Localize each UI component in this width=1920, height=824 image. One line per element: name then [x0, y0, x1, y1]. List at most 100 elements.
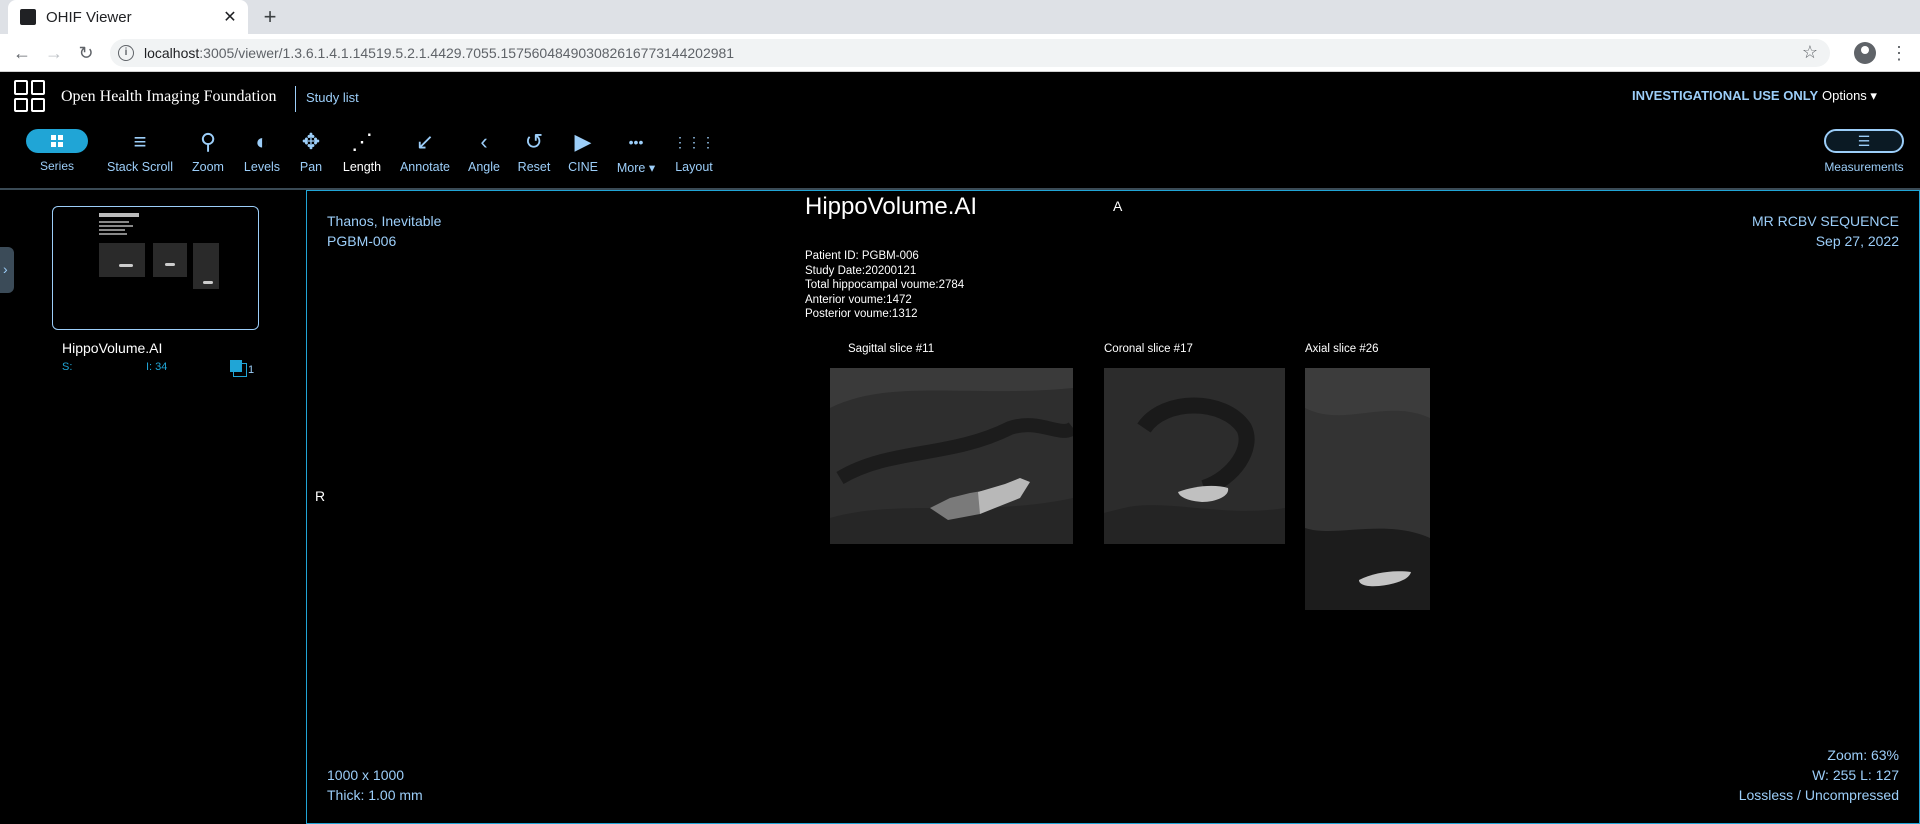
slice-thickness: Thick: 1.00 mm [327, 787, 423, 803]
back-icon[interactable]: ← [10, 41, 34, 65]
url-field[interactable]: i localhost:3005/viewer/1.3.6.1.4.1.1451… [110, 39, 1830, 67]
report-line: Total hippocampal voume:2784 [805, 279, 965, 291]
stack-scroll-icon: ≡ [133, 129, 147, 154]
series-image-count: I: 34 [146, 361, 168, 373]
overlay-bottom-left: 1000 x 1000 Thick: 1.00 mm [327, 765, 423, 805]
close-icon[interactable]: ✕ [218, 7, 242, 27]
tool-length[interactable]: ⋰ Length [340, 129, 384, 175]
zoom-level: Zoom: 63% [1827, 747, 1899, 763]
investigational-notice: INVESTIGATIONAL USE ONLY [1632, 88, 1819, 103]
sagittal-slice-image [830, 368, 1073, 544]
tool-label: Layout [675, 160, 713, 174]
list-icon: ☰ [1857, 132, 1871, 149]
cine-icon: ▶ [574, 129, 592, 154]
tool-cine[interactable]: ▶ CINE [566, 129, 600, 175]
compression: Lossless / Uncompressed [1738, 787, 1899, 803]
tool-pan[interactable]: ✥ Pan [296, 129, 326, 175]
tool-reset[interactable]: ↺ Reset [516, 129, 552, 175]
browser-menu-icon[interactable]: ⋮ [1890, 41, 1908, 65]
forward-icon[interactable]: → [42, 41, 66, 65]
overlay-top-left: Thanos, Inevitable PGBM-006 [327, 211, 441, 251]
info-icon[interactable]: i [118, 45, 134, 61]
overlay-bottom-right: Zoom: 63% W: 255 L: 127 Lossless / Uncom… [1739, 745, 1899, 805]
image-viewport[interactable]: Thanos, Inevitable PGBM-006 MR RCBV SEQU… [306, 190, 1920, 824]
grid-icon [51, 135, 63, 147]
header-divider [295, 86, 296, 112]
study-date: Sep 27, 2022 [1815, 233, 1899, 249]
profile-icon[interactable] [1854, 42, 1876, 64]
stack-icon [230, 360, 247, 377]
report-line: Patient ID: PGBM-006 [805, 250, 919, 262]
tool-label: CINE [568, 160, 598, 174]
tool-label: Reset [517, 160, 551, 174]
brand-title[interactable]: Open Health Imaging Foundation [61, 88, 277, 106]
reload-icon[interactable]: ↻ [74, 41, 98, 65]
series-label: Series [39, 159, 74, 173]
layout-icon: ⋮⋮⋮ [673, 134, 715, 150]
tool-label: Pan [299, 160, 323, 174]
series-thumbnail[interactable] [52, 206, 259, 330]
orientation-left: R [315, 488, 326, 504]
tool-label: Zoom [192, 160, 224, 174]
zoom-icon: ⚲ [199, 129, 217, 154]
options-menu[interactable]: Options ▾ [1822, 88, 1877, 104]
report-title: HippoVolume.AI [805, 193, 978, 220]
axial-slice-image [1305, 368, 1430, 610]
sagittal-label: Sagittal slice #11 [848, 343, 935, 355]
tool-label: Length [342, 160, 382, 174]
series-panel: HippoVolume.AI S: I: 34 1 [0, 190, 306, 824]
image-dimensions: 1000 x 1000 [327, 767, 405, 783]
browser-tab-bar: OHIF Viewer ✕ + [0, 0, 1920, 34]
tool-label: More ▾ [616, 161, 656, 175]
thumbnail-line [99, 229, 125, 231]
series-name: HippoVolume.AI [62, 340, 163, 356]
pan-icon: ✥ [301, 129, 321, 154]
tool-label: Stack Scroll [107, 160, 173, 174]
series-number: S: [62, 361, 73, 373]
url-path: :3005/viewer/1.3.6.1.4.1.14519.5.2.1.442… [199, 45, 735, 61]
window-level: W: 255 L: 127 [1812, 767, 1899, 783]
new-tab-button[interactable]: + [256, 4, 284, 32]
tool-more[interactable]: ••• More ▾ [614, 130, 658, 175]
browser-tab[interactable]: OHIF Viewer ✕ [8, 0, 248, 34]
thumbnail-sagittal [99, 243, 145, 277]
angle-icon: ‹ [480, 129, 488, 154]
length-icon: ⋰ [351, 129, 373, 154]
orientation-top: A [1113, 198, 1123, 214]
thumbnail-coronal [153, 243, 187, 277]
reset-icon: ↺ [524, 129, 544, 154]
thumbnail-line [99, 221, 129, 223]
tool-levels[interactable]: ◐ Levels [240, 130, 284, 175]
sequence-name: MR RCBV SEQUENCE [1751, 213, 1899, 229]
tool-layout[interactable]: ⋮⋮⋮ Layout [672, 130, 716, 174]
ohif-logo-icon[interactable] [14, 80, 46, 112]
bookmark-star-icon[interactable]: ☆ [1802, 42, 1818, 63]
thumbnail-segment [165, 263, 175, 266]
measurements-toggle-button[interactable]: ☰ [1824, 129, 1904, 153]
tool-stack-scroll[interactable]: ≡ Stack Scroll [106, 129, 174, 175]
report-line: Study Date:20200121 [805, 264, 917, 277]
axial-label: Axial slice #26 [1305, 343, 1379, 355]
address-bar: ← → ↻ i localhost:3005/viewer/1.3.6.1.4.… [0, 34, 1920, 72]
url-host: localhost [144, 45, 200, 61]
patient-id: PGBM-006 [327, 233, 397, 249]
tool-annotate[interactable]: ↙ Annotate [398, 129, 452, 175]
tab-title: OHIF Viewer [46, 8, 132, 26]
report-summary: Patient ID: PGBM-006 Study Date:20200121… [805, 249, 964, 322]
thumbnail-title [99, 213, 139, 217]
tool-label: Annotate [399, 160, 451, 174]
annotate-icon: ↙ [415, 129, 435, 154]
series-toggle-button[interactable] [26, 129, 88, 153]
series-count: 1 [248, 364, 255, 376]
favicon-icon [20, 9, 36, 25]
overlay-top-right: MR RCBV SEQUENCE Sep 27, 2022 [1752, 211, 1899, 251]
tool-label: Levels [243, 160, 281, 174]
study-list-link[interactable]: Study list [306, 90, 359, 105]
url-text: localhost:3005/viewer/1.3.6.1.4.1.14519.… [144, 45, 734, 61]
tool-zoom[interactable]: ⚲ Zoom [188, 129, 228, 175]
tool-angle[interactable]: ‹ Angle [466, 129, 502, 175]
toolbar: Series ≡ Stack Scroll ⚲ Zoom ◐ Levels ✥ … [0, 112, 1920, 190]
thumbnail-line [99, 233, 127, 235]
report-line: Anterior voume:1472 [805, 293, 912, 306]
panel-handle[interactable] [0, 247, 14, 293]
